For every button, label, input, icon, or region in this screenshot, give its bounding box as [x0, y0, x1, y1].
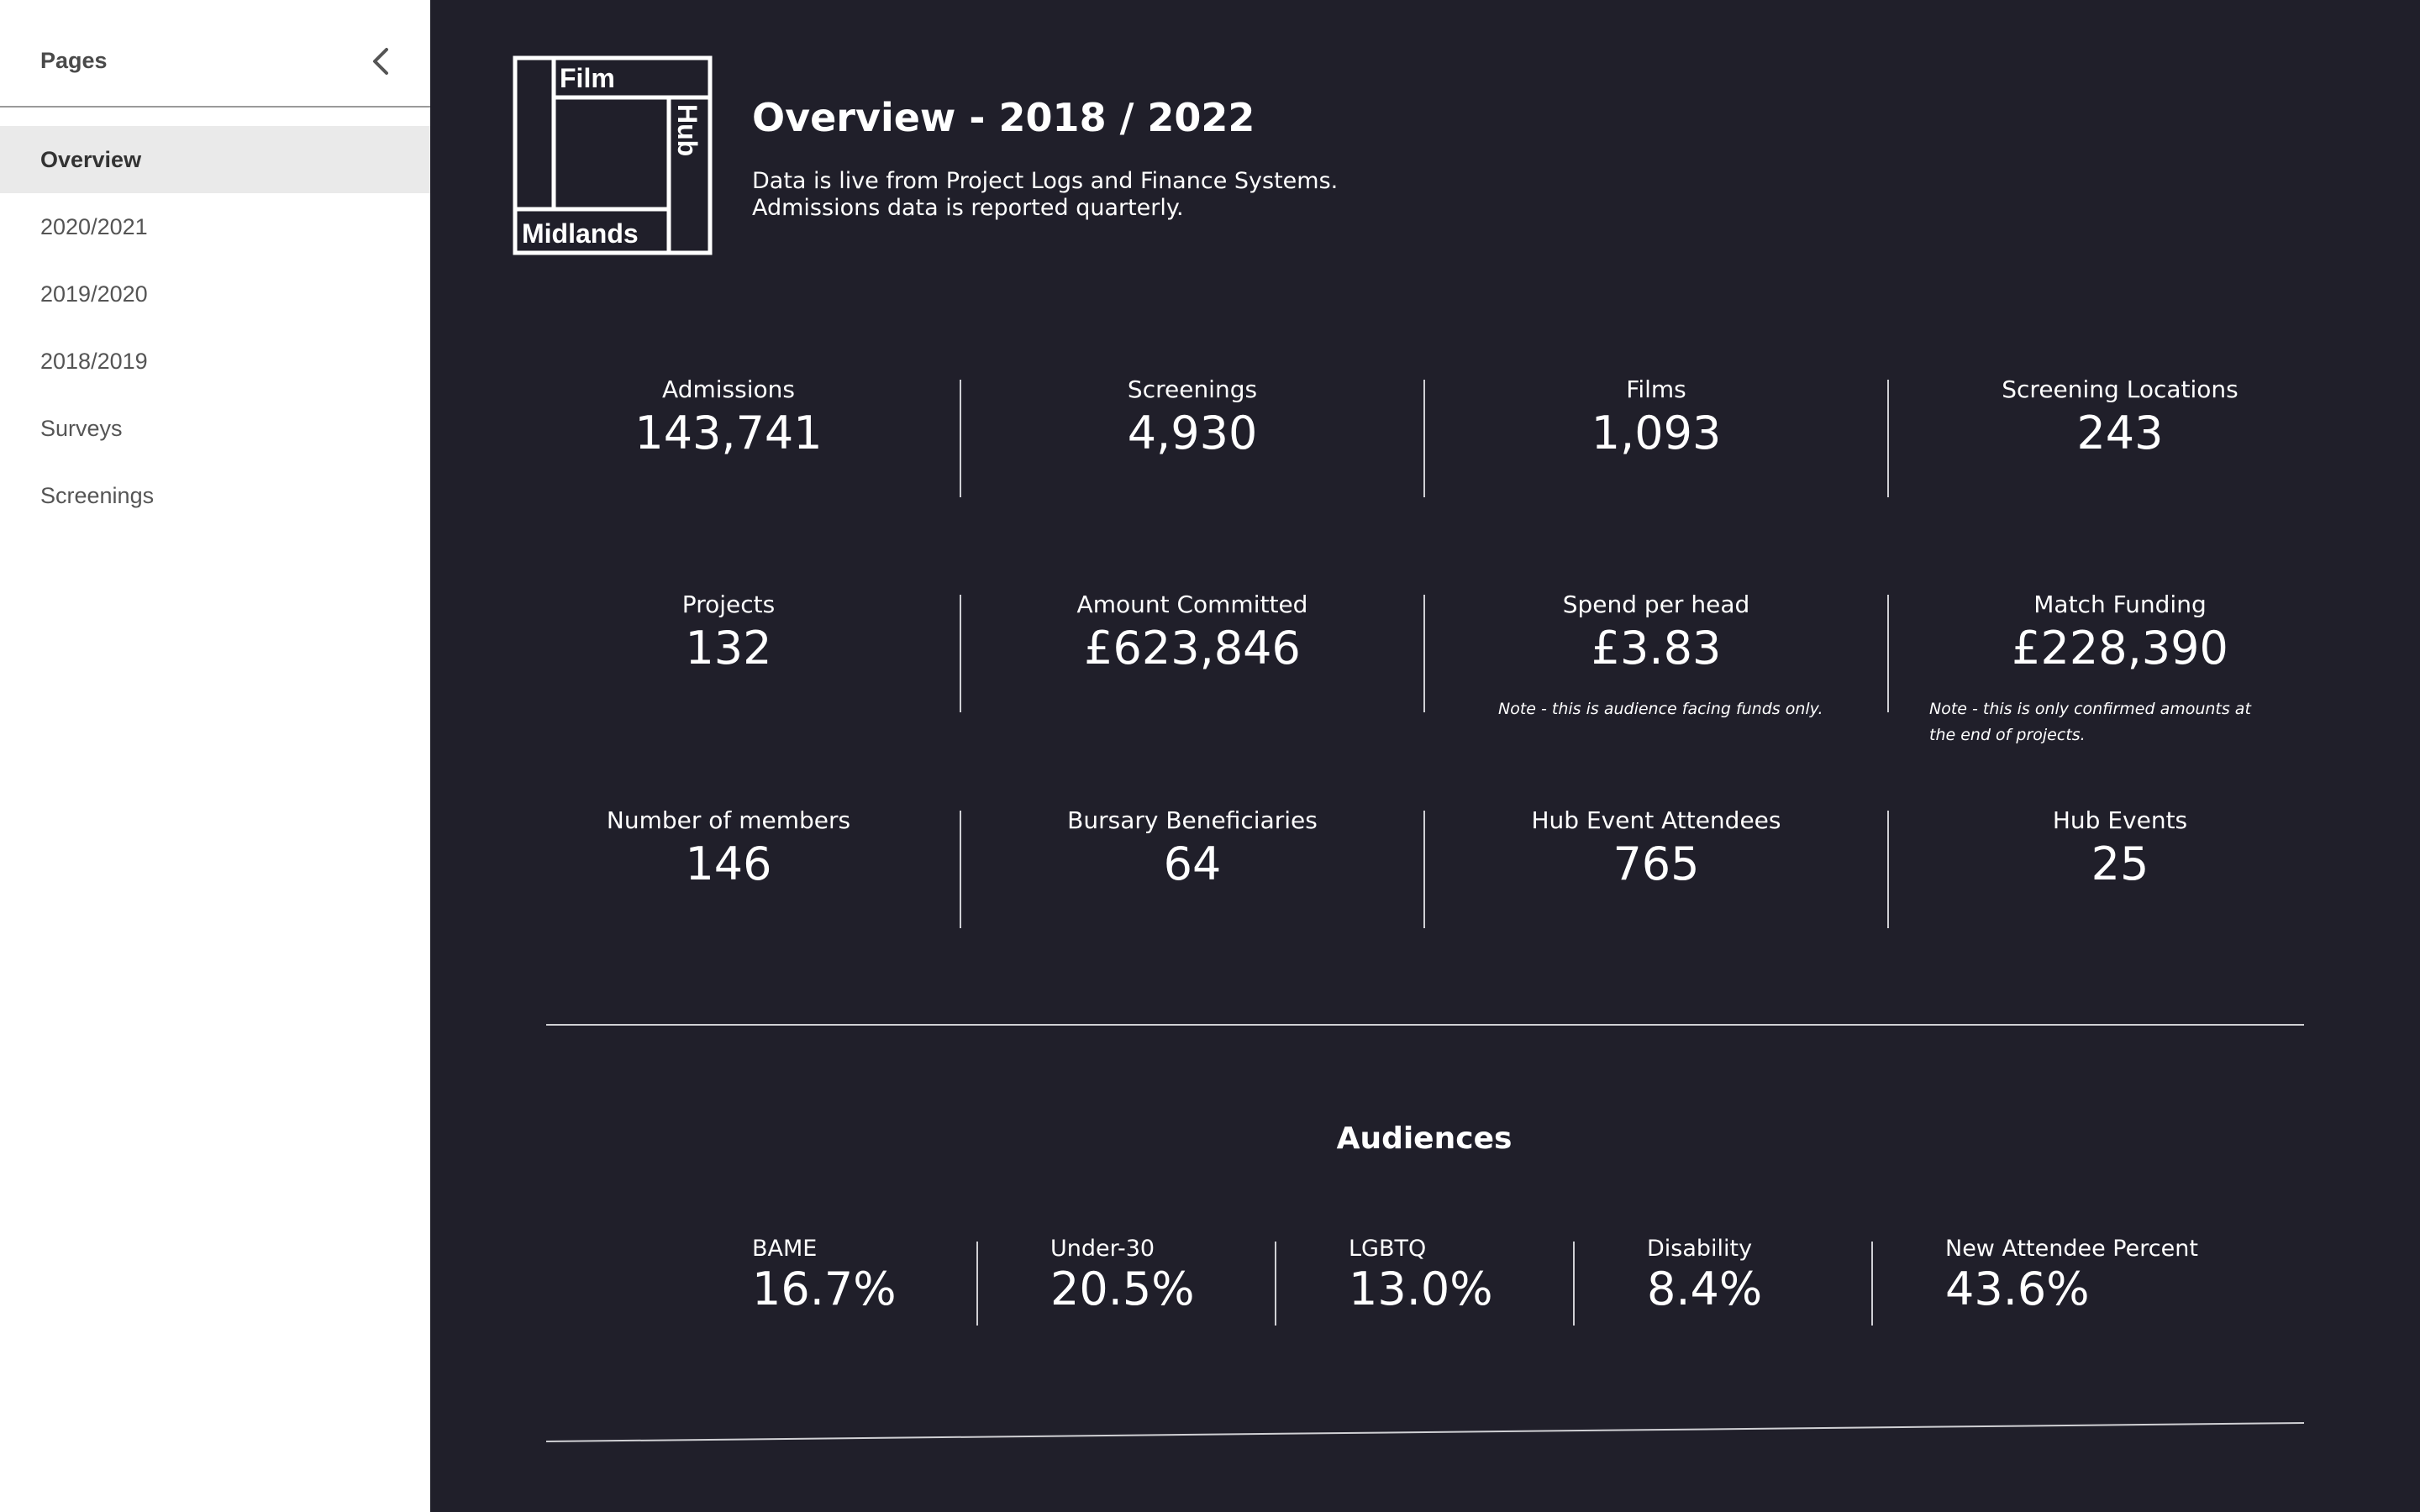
- kpi-label: Match Funding: [2033, 591, 2207, 618]
- kpi-value: 243: [2076, 407, 2164, 459]
- film-hub-midlands-logo: Film Hub Midlands: [513, 55, 713, 255]
- page-title: Overview - 2018 / 2022: [752, 95, 1255, 140]
- nav-item-2019-2020[interactable]: 2019/2020: [0, 260, 430, 328]
- audience-bame: BAME 16.7%: [752, 1235, 897, 1315]
- kpi-label: Spend per head: [1562, 591, 1750, 618]
- kpi-value: £228,390: [2012, 622, 2228, 675]
- kpi-value: 4,930: [1127, 407, 1258, 459]
- kpi-match-funding: Match Funding £228,390: [1888, 591, 2352, 678]
- kpi-projects: Projects 132: [497, 591, 960, 678]
- kpi-label: Screenings: [1127, 375, 1258, 403]
- nav-item-2020-2021[interactable]: 2020/2021: [0, 193, 430, 260]
- audience-new-attendee-percent: New Attendee Percent 43.6%: [1945, 1235, 2198, 1315]
- audience-label: LGBTQ: [1349, 1236, 1427, 1262]
- nav-item-2018-2019[interactable]: 2018/2019: [0, 328, 430, 395]
- kpi-value: 64: [1163, 837, 1222, 890]
- kpi-value: 146: [685, 837, 772, 890]
- audience-under-30: Under-30 20.5%: [1050, 1235, 1195, 1315]
- audience-label: New Attendee Percent: [1945, 1236, 2198, 1262]
- kpi-hub-events: Hub Events 25: [1888, 806, 2352, 894]
- kpi-label: Hub Event Attendees: [1531, 806, 1781, 834]
- bottom-divider: [546, 1422, 2305, 1442]
- audience-value: 8.4%: [1647, 1263, 1763, 1315]
- kpi-value: 132: [685, 622, 772, 675]
- kpi-bursary-beneficiaries: Bursary Beneficiaries 64: [960, 806, 1424, 894]
- chevron-left-icon: [373, 48, 388, 75]
- kpi-admissions: Admissions 143,741: [497, 375, 960, 463]
- audience-label: Under-30: [1050, 1236, 1155, 1262]
- audience-disability: Disability 8.4%: [1647, 1235, 1762, 1315]
- kpi-screenings: Screenings 4,930: [960, 375, 1424, 463]
- kpi-spend-per-head: Spend per head £3.83: [1424, 591, 1888, 678]
- kpi-label: Films: [1626, 375, 1686, 403]
- kpi-value: 25: [2091, 837, 2149, 890]
- match-funding-note: Note - this is only confirmed amounts at…: [1929, 696, 2251, 748]
- kpi-value: £623,846: [1084, 622, 1301, 675]
- sidebar-header: Pages: [0, 0, 430, 108]
- kpi-value: £3.83: [1591, 622, 1722, 675]
- subtitle-line-2: Admissions data is reported quarterly.: [752, 195, 1184, 221]
- kpi-value: 143,741: [634, 407, 823, 459]
- note-line-2: the end of projects.: [1929, 726, 2086, 744]
- audience-value: 43.6%: [1945, 1263, 2090, 1315]
- divider: [1275, 1242, 1276, 1326]
- audience-label: BAME: [752, 1236, 818, 1262]
- kpi-amount-committed: Amount Committed £623,846: [960, 591, 1424, 678]
- page-nav: Overview 2020/2021 2019/2020 2018/2019 S…: [0, 126, 430, 529]
- logo-text-midlands: Midlands: [522, 218, 639, 249]
- divider: [1573, 1242, 1575, 1326]
- nav-item-overview[interactable]: Overview: [0, 126, 430, 193]
- subtitle-line-1: Data is live from Project Logs and Finan…: [752, 168, 1339, 194]
- audience-value: 16.7%: [752, 1263, 897, 1315]
- kpi-value: 1,093: [1591, 407, 1722, 459]
- kpi-label: Screening Locations: [2002, 375, 2238, 403]
- collapse-sidebar-button[interactable]: [366, 46, 397, 76]
- kpi-label: Hub Events: [2052, 806, 2188, 834]
- nav-item-surveys[interactable]: Surveys: [0, 395, 430, 462]
- audience-value: 13.0%: [1349, 1263, 1493, 1315]
- kpi-label: Number of members: [606, 806, 851, 834]
- page-subtitle: Data is live from Project Logs and Finan…: [752, 168, 1338, 222]
- logo-text-hub: Hub: [672, 104, 702, 156]
- kpi-value: 765: [1612, 837, 1700, 890]
- sidebar-title: Pages: [40, 48, 108, 73]
- kpi-films: Films 1,093: [1424, 375, 1888, 463]
- logo-text-film: Film: [560, 63, 615, 93]
- kpi-label: Admissions: [662, 375, 795, 403]
- kpi-label: Projects: [681, 591, 776, 618]
- kpi-hub-event-attendees: Hub Event Attendees 765: [1424, 806, 1888, 894]
- audiences-title: Audiences: [1336, 1121, 1512, 1156]
- section-divider: [546, 1024, 2304, 1026]
- sidebar: Pages Overview 2020/2021 2019/2020 2018/…: [0, 0, 430, 1512]
- divider: [1871, 1242, 1873, 1326]
- kpi-screening-locations: Screening Locations 243: [1888, 375, 2352, 463]
- audience-lgbtq: LGBTQ 13.0%: [1349, 1235, 1493, 1315]
- divider: [976, 1242, 978, 1326]
- kpi-label: Bursary Beneficiaries: [1067, 806, 1318, 834]
- kpi-label: Amount Committed: [1076, 591, 1308, 618]
- spend-per-head-note: Note - this is audience facing funds onl…: [1498, 700, 1823, 718]
- audience-label: Disability: [1647, 1236, 1753, 1262]
- note-line-1: Note - this is only confirmed amounts at: [1929, 700, 2251, 718]
- kpi-number-of-members: Number of members 146: [497, 806, 960, 894]
- audience-value: 20.5%: [1050, 1263, 1195, 1315]
- nav-item-screenings[interactable]: Screenings: [0, 462, 430, 529]
